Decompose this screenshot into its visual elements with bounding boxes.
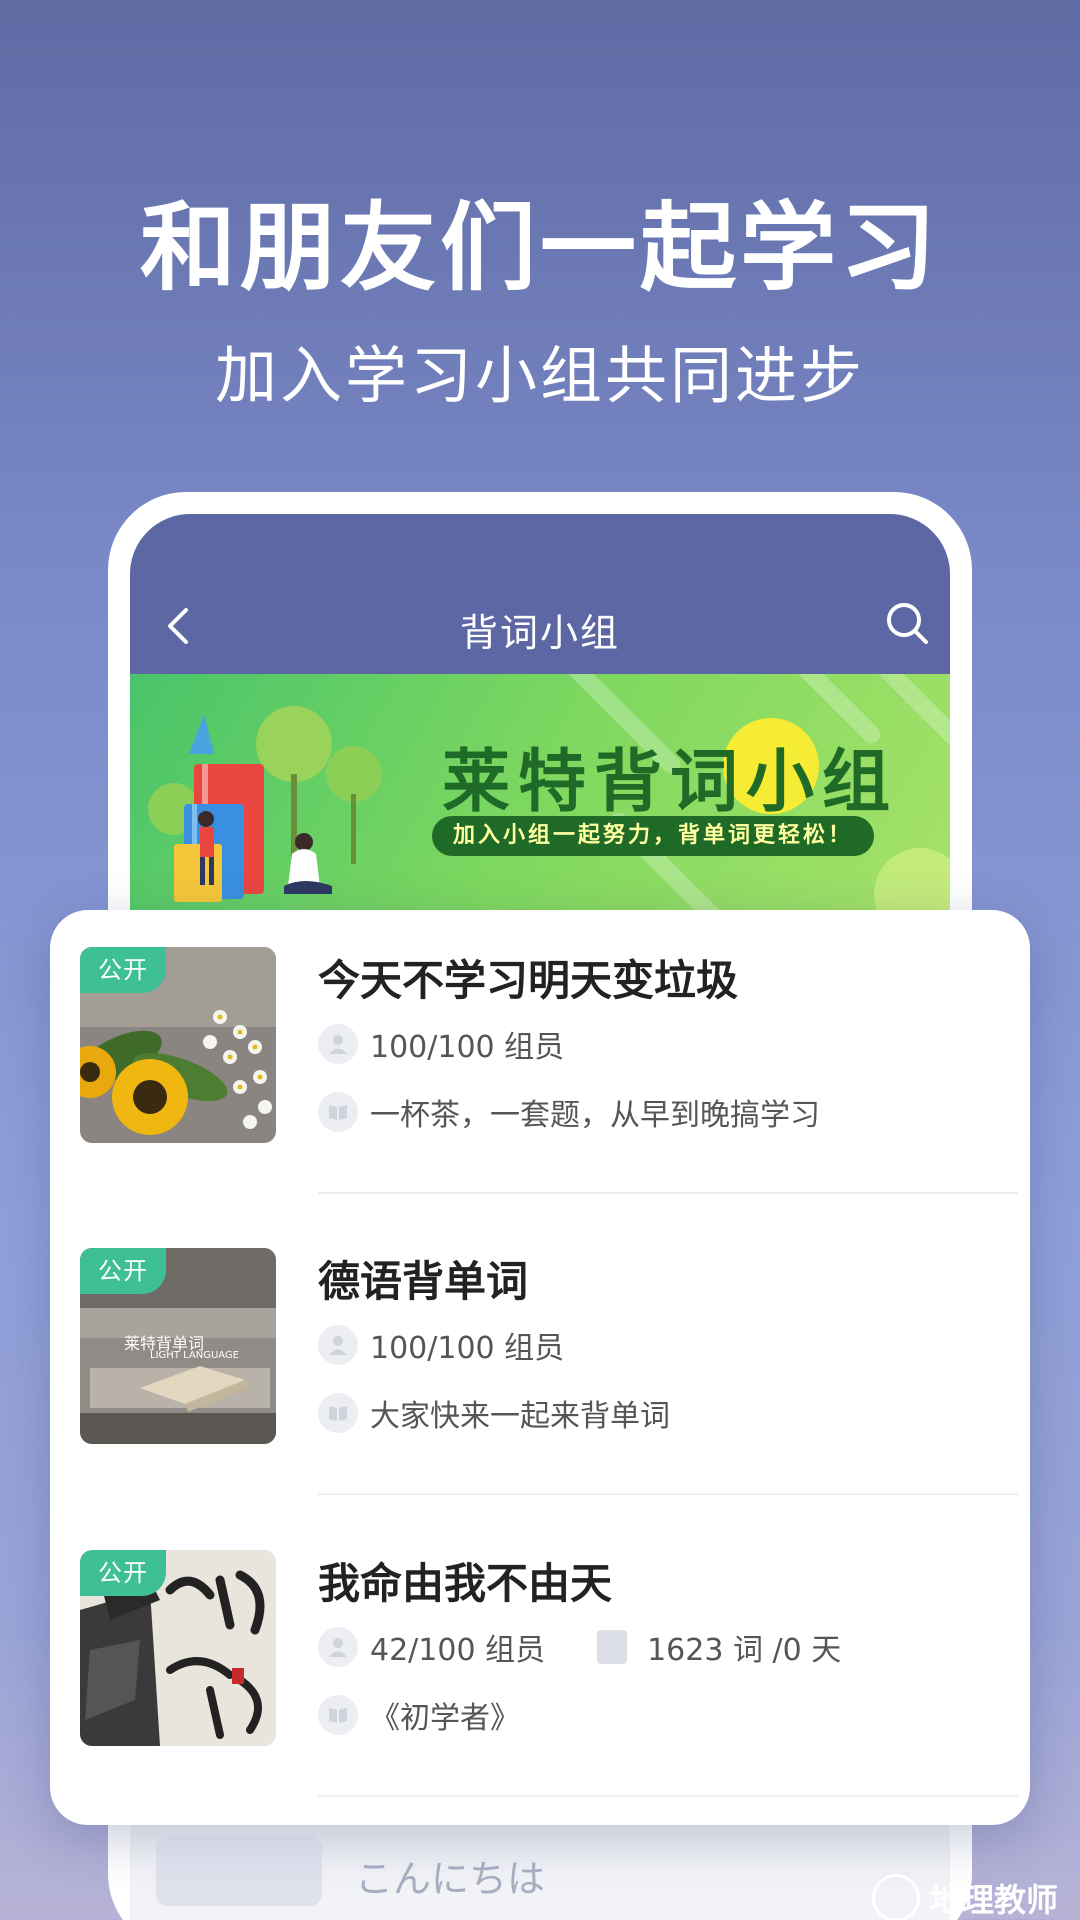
books-illustration	[148, 706, 382, 902]
member-count-row: 100/100 组员	[318, 1022, 564, 1066]
group-thumbnail: 公开	[80, 947, 276, 1143]
divider	[318, 1795, 1018, 1797]
banner-title-highlight: 小组	[746, 743, 899, 822]
group-title: 今天不学习明天变垃圾	[318, 956, 739, 1005]
user-icon	[318, 1325, 358, 1365]
watermark-text: 地理教师	[929, 1881, 1058, 1919]
group-description: 《初学者》	[370, 1701, 520, 1736]
book-icon	[318, 1393, 358, 1433]
divider	[318, 1192, 1018, 1194]
group-list-card: 公开 今天不学习明天变垃圾 100/100 组员 一杯茶，一套题，从早到晚搞学习	[50, 910, 1030, 1825]
progress-group: 1623 词 /0 天	[597, 1625, 841, 1669]
search-icon[interactable]	[884, 600, 930, 646]
subheadline: 加入学习小组共同进步	[214, 339, 865, 412]
faded-title: こんにちは	[355, 1857, 546, 1901]
nav-title: 背词小组	[459, 611, 620, 655]
group-thumbnail: 莱特背单词 LIGHT LANGUAGE 公开	[80, 1248, 276, 1444]
word-progress: 1623 词 /0 天	[647, 1633, 842, 1668]
book-icon	[318, 1092, 358, 1132]
divider	[318, 1493, 1018, 1495]
banner-title-main: 莱特背词	[442, 743, 747, 822]
document-icon	[597, 1630, 628, 1664]
group-thumbnail: 公开	[80, 1550, 276, 1746]
globe-icon	[871, 1874, 920, 1920]
navigation-bar: 背词小组	[130, 514, 950, 674]
banner-slogan: 加入小组一起努力，背单词更轻松！	[432, 816, 874, 856]
public-tag: 公开	[80, 1248, 166, 1294]
public-tag: 公开	[80, 947, 166, 993]
watermark: 地理教师	[871, 1874, 1058, 1920]
book-icon	[318, 1695, 358, 1735]
group-title: 我命由我不由天	[318, 1559, 613, 1608]
description-row: 大家快来一起来背单词	[318, 1391, 670, 1435]
member-count: 100/100 组员	[370, 1331, 565, 1366]
member-count: 100/100 组员	[370, 1030, 565, 1065]
member-count: 42/100 组员	[370, 1633, 546, 1668]
user-icon	[318, 1024, 358, 1064]
headline: 和朋友们一起学习	[140, 192, 940, 304]
group-description: 大家快来一起来背单词	[370, 1399, 670, 1434]
description-row: 一杯茶，一套题，从早到晚搞学习	[318, 1090, 820, 1134]
group-title: 德语背单词	[318, 1257, 529, 1306]
member-count-row: 100/100 组员	[318, 1323, 564, 1367]
user-icon	[318, 1627, 358, 1667]
member-count-row: 42/100 组员 1623 词 /0 天	[318, 1625, 841, 1669]
faded-list-item: こんにちは	[150, 1836, 970, 1920]
description-row: 《初学者》	[318, 1693, 520, 1737]
promo-banner[interactable]: 莱特背词小组 加入小组一起努力，背单词更轻松！	[130, 674, 950, 934]
public-tag: 公开	[80, 1550, 166, 1596]
group-description: 一杯茶，一套题，从早到晚搞学习	[370, 1098, 820, 1133]
banner-title: 莱特背词小组	[442, 726, 898, 825]
faded-thumbnail	[156, 1836, 322, 1906]
thumb-caption-sub: LIGHT LANGUAGE	[150, 1350, 239, 1361]
